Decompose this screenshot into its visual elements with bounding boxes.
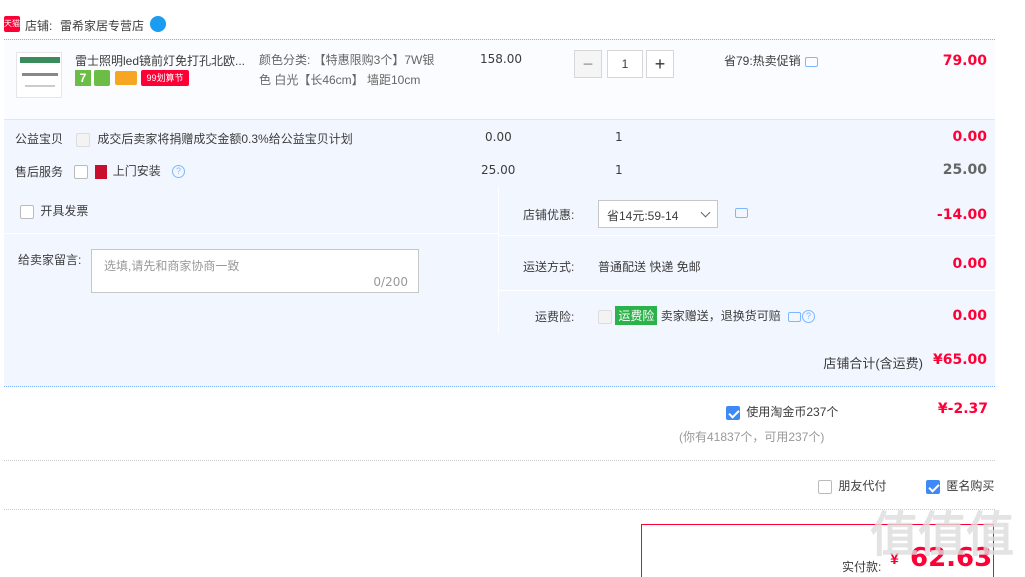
anonymous-label: 匿名购买: [946, 479, 995, 493]
help-icon[interactable]: ?: [172, 165, 186, 179]
card-badge-icon: [115, 71, 137, 85]
divider: [4, 233, 498, 234]
chat-icon[interactable]: [788, 311, 802, 322]
charity-checkbox[interactable]: [76, 132, 90, 147]
insurance-checkbox[interactable]: [598, 309, 612, 324]
insurance-text: 卖家赠送，退换货可赔: [660, 309, 781, 323]
after-sale-price: 25.00: [481, 163, 516, 177]
item-unit-price: 158.00: [480, 52, 522, 66]
charity-row: 公益宝贝 成交后卖家将捐赠成交金额0.3%给公益宝贝计划 0.00 1 0.00: [4, 121, 995, 153]
install-checkbox[interactable]: [74, 164, 88, 179]
item-total: 79.00: [942, 53, 987, 69]
item-title-link[interactable]: 雷士照明led镜前灯免打孔北欧...: [75, 52, 255, 69]
charity-text: 成交后卖家将捐赠成交金额0.3%给公益宝贝计划: [97, 132, 353, 146]
shop-name-link[interactable]: 雷希家居专营店: [60, 17, 144, 34]
chevron-down-icon: [700, 207, 711, 218]
install-service-icon: [95, 164, 108, 179]
watermark-logo: 值值值: [870, 509, 1015, 562]
insurance-amount: 0.00: [952, 308, 987, 324]
message-label: 给卖家留言:: [18, 253, 82, 267]
install-text: 上门安装: [112, 164, 161, 178]
friend-pay-checkbox[interactable]: [818, 479, 832, 494]
message-counter: 0/200: [373, 275, 408, 289]
chat-icon[interactable]: [735, 208, 748, 218]
insurance-option: 运费险 卖家赠送，退换货可赔 ?: [598, 306, 816, 325]
charity-price: 0.00: [485, 130, 512, 144]
quantity-plus-button[interactable]: +: [646, 50, 674, 78]
after-sale-qty: 1: [615, 163, 623, 177]
shop-total-label: 店铺合计(含运费): [823, 356, 923, 371]
quantity-input[interactable]: 1: [607, 50, 643, 78]
after-sale-label: 售后服务: [15, 165, 64, 179]
help-icon[interactable]: ?: [802, 310, 816, 324]
divider: [499, 235, 995, 236]
install-option: 上门安装 ?: [74, 162, 186, 179]
invoice-checkbox[interactable]: [20, 204, 34, 219]
insurance-tag: 运费险: [615, 306, 658, 325]
vertical-divider: [498, 187, 499, 333]
separator: [4, 509, 995, 510]
separator: [4, 460, 995, 461]
shipping-label: 运送方式:: [523, 260, 575, 274]
charity-option: 成交后卖家将捐赠成交金额0.3%给公益宝贝计划: [76, 130, 353, 147]
charity-total: 0.00: [952, 129, 987, 145]
tmall-badge: 天猫: [4, 16, 20, 32]
shipping-method: 普通配送 快递 免邮: [598, 260, 701, 274]
shop-total-amount: ¥65.00: [932, 352, 987, 368]
divider: [499, 290, 995, 291]
message-placeholder: 选填,请先和商家协商一致: [104, 259, 240, 273]
item-sku: 颜色分类: 【特惠限购3个】7W银色 白光【长46cm】 墙距10cm: [259, 53, 435, 87]
seven-day-return-badge: 7: [75, 70, 91, 86]
promo-badge: 99划算节: [141, 70, 189, 86]
friend-pay-option: 朋友代付: [818, 477, 886, 494]
wangwang-chat-icon[interactable]: [150, 16, 166, 32]
after-sale-total: 25.00: [942, 162, 987, 178]
saving-text: 省79:热卖促销: [724, 54, 801, 68]
item-row: 雷士照明led镜前灯免打孔北欧... 7 99划算节 颜色分类: 【特惠限购3个…: [4, 40, 995, 120]
charity-qty: 1: [615, 130, 623, 144]
service-badge-icon: [94, 70, 110, 86]
shop-discount-amount: -14.00: [936, 207, 987, 223]
coins-checkbox[interactable]: [726, 405, 740, 420]
insurance-label: 运费险:: [535, 310, 575, 324]
coins-label: 使用淘金币237个: [746, 405, 839, 419]
shop-discount-label: 店铺优惠:: [523, 208, 575, 222]
invoice-option: 开具发票: [20, 202, 88, 219]
anonymous-option: 匿名购买: [926, 477, 994, 494]
coins-option: 使用淘金币237个: [726, 403, 838, 420]
anonymous-checkbox[interactable]: [926, 479, 940, 494]
shop-total-row: 店铺合计(含运费) ¥65.00: [4, 334, 995, 387]
shop-discount-value: 省14元:59-14: [607, 209, 679, 223]
charity-label: 公益宝贝: [15, 132, 64, 146]
quantity-minus-button[interactable]: −: [574, 50, 602, 78]
shop-discount-select[interactable]: 省14元:59-14: [598, 200, 718, 228]
after-sale-row: 售后服务 上门安装 ? 25.00 1 25.00: [4, 154, 995, 186]
product-thumbnail[interactable]: [16, 52, 62, 98]
chat-icon[interactable]: [804, 56, 818, 67]
coins-note: (你有41837个，可用237个): [679, 430, 825, 444]
friend-pay-label: 朋友代付: [838, 479, 887, 493]
shop-header: 天猫 店铺: 雷希家居专营店: [0, 12, 1025, 36]
coins-amount: ¥-2.37: [937, 401, 988, 417]
shop-prefix: 店铺:: [25, 19, 53, 33]
invoice-label: 开具发票: [40, 204, 89, 218]
item-saving: 省79:热卖促销: [724, 52, 818, 69]
message-textarea[interactable]: 选填,请先和商家协商一致 0/200: [91, 249, 419, 293]
shipping-amount: 0.00: [952, 256, 987, 272]
